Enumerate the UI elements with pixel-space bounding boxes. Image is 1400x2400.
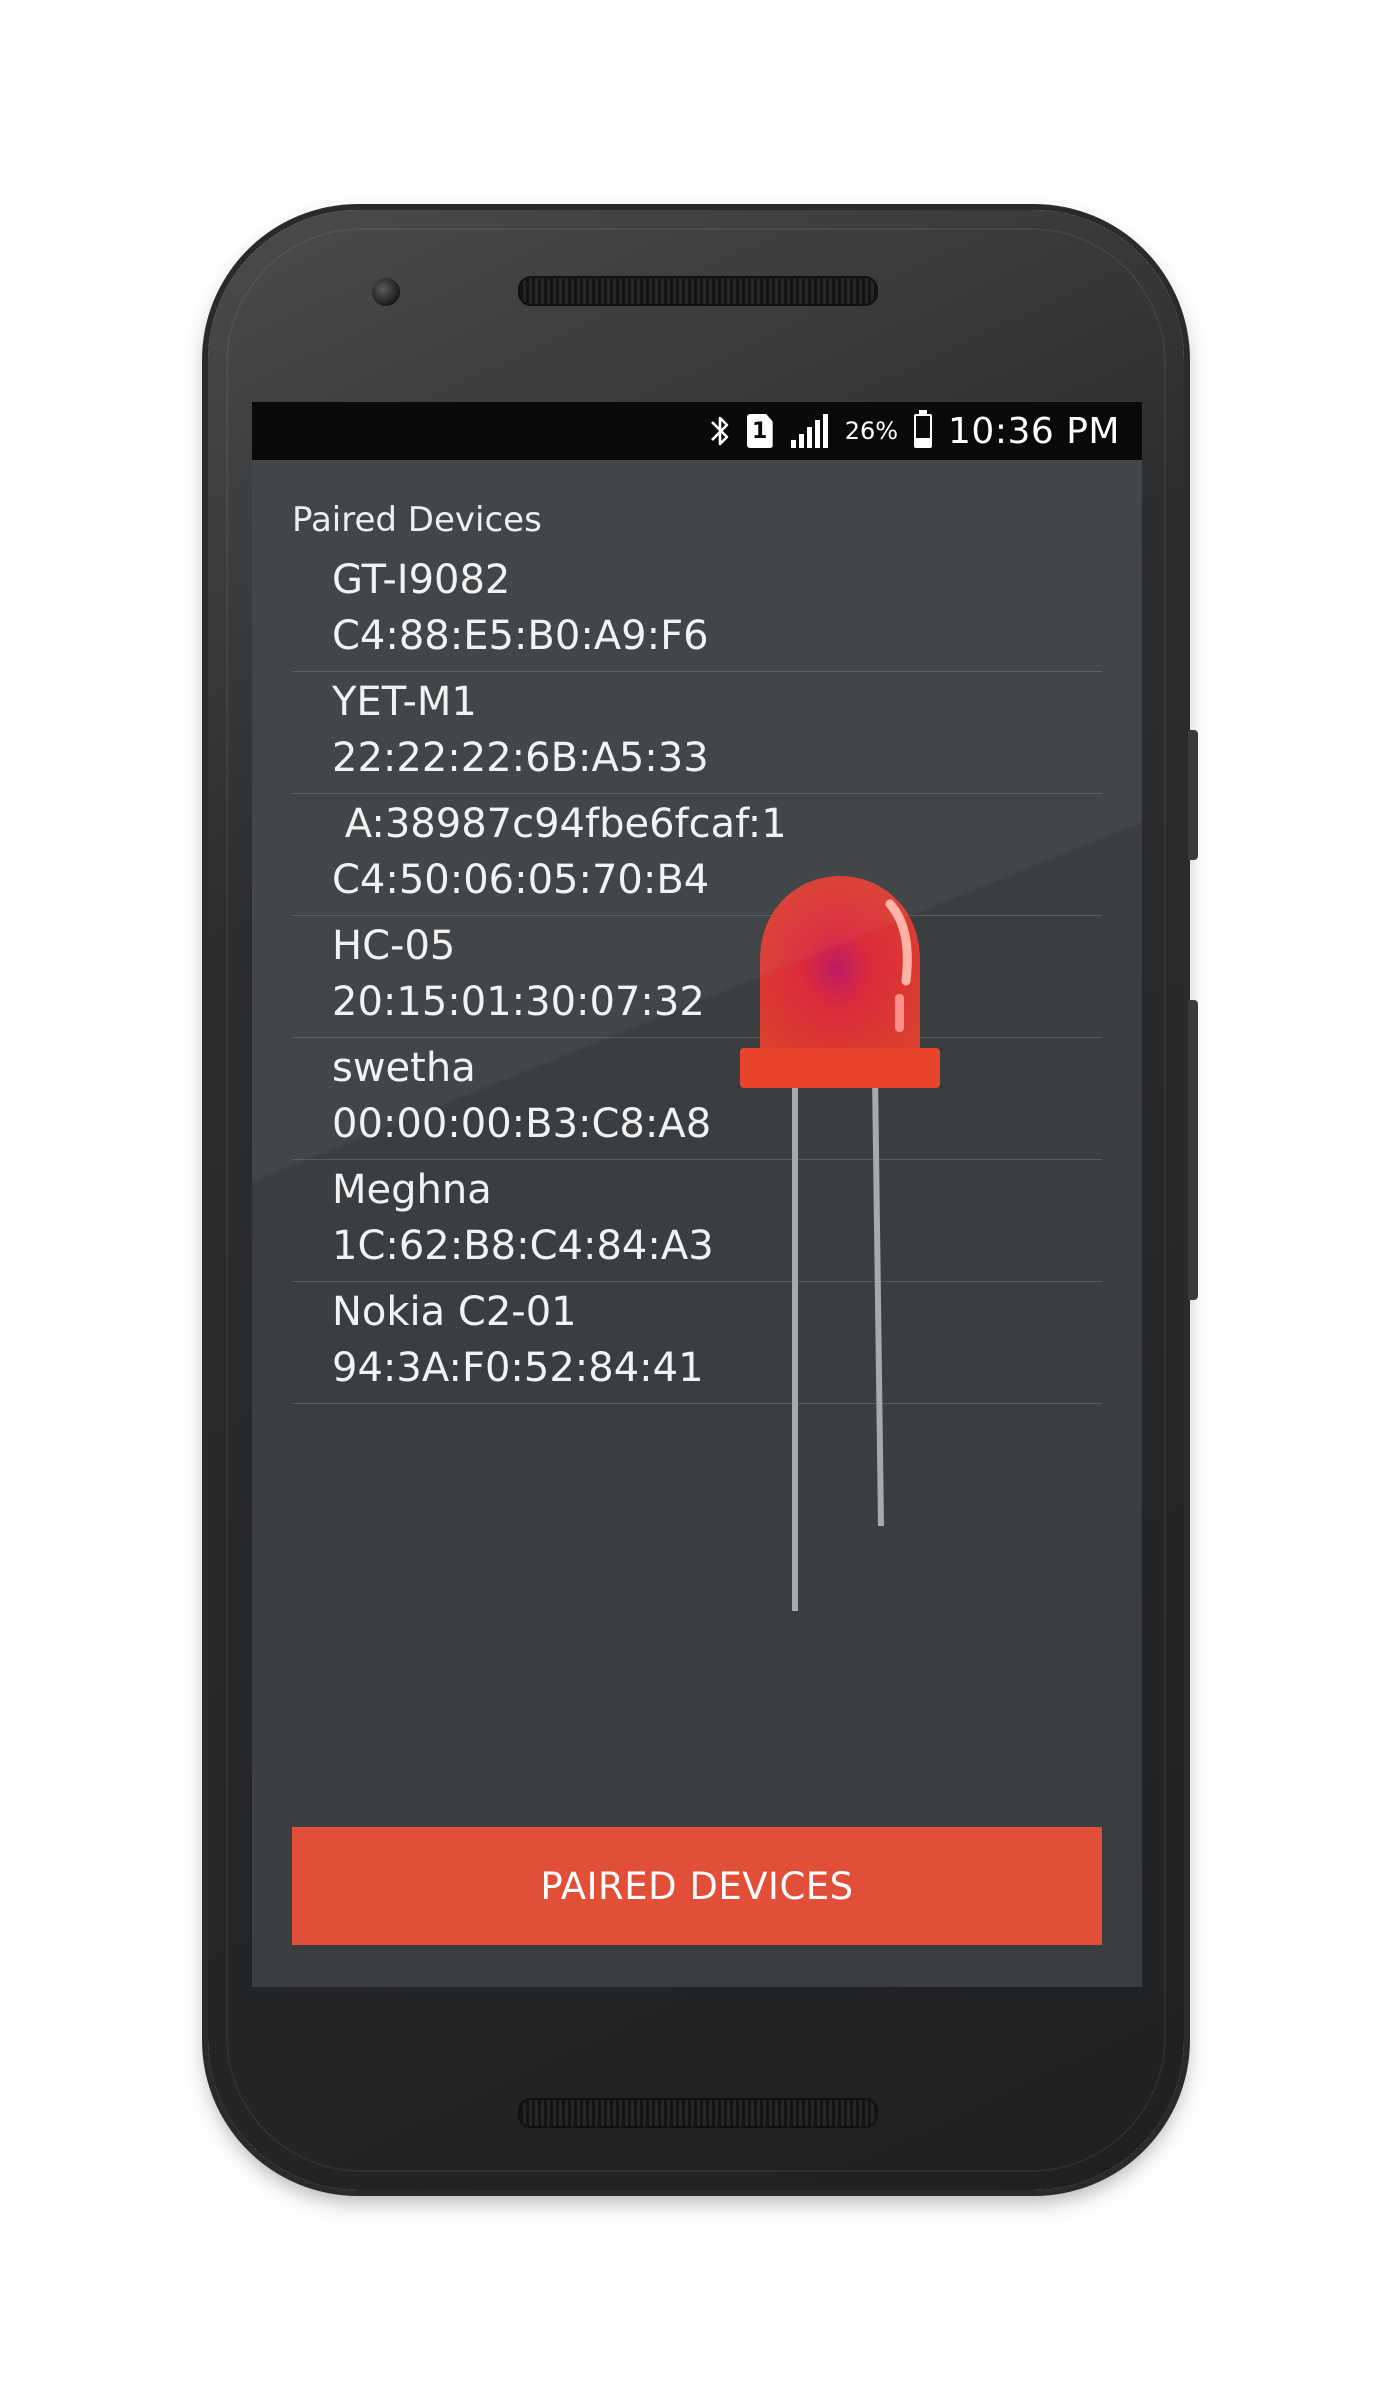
phone-frame: 1 26% 10:36 PM Paired Devices GT-I9082 C…	[208, 210, 1198, 2190]
device-address: 00:00:00:B3:C8:A8	[332, 1101, 712, 1147]
section-title: Paired Devices	[292, 500, 542, 540]
device-name: HC-05	[332, 923, 456, 969]
screen: 1 26% 10:36 PM Paired Devices GT-I9082 C…	[252, 402, 1142, 1987]
device-name: YET-M1	[332, 679, 477, 725]
device-item[interactable]: A:38987c94fbe6fcaf:1 C4:50:06:05:70:B4	[292, 794, 1102, 916]
earpiece-speaker	[518, 276, 878, 306]
signal-icon	[789, 414, 829, 448]
device-address: C4:50:06:05:70:B4	[332, 857, 710, 903]
volume-button[interactable]	[1188, 1000, 1198, 1300]
device-name: Nokia C2-01	[332, 1289, 577, 1335]
device-item[interactable]: swetha 00:00:00:B3:C8:A8	[292, 1038, 1102, 1160]
device-address: 20:15:01:30:07:32	[332, 979, 705, 1025]
device-name: GT-I9082	[332, 557, 511, 603]
device-item[interactable]: HC-05 20:15:01:30:07:32	[292, 916, 1102, 1038]
status-bar: 1 26% 10:36 PM	[252, 402, 1142, 460]
device-address: 22:22:22:6B:A5:33	[332, 735, 709, 781]
sim-label: 1	[746, 414, 773, 448]
device-list: GT-I9082 C4:88:E5:B0:A9:F6 YET-M1 22:22:…	[292, 550, 1102, 1404]
battery-percentage: 26%	[844, 417, 899, 445]
bluetooth-icon	[709, 413, 731, 449]
device-name: Meghna	[332, 1167, 492, 1213]
power-button[interactable]	[1188, 730, 1198, 860]
led-icon	[740, 876, 940, 1611]
screen-gloss	[252, 402, 1142, 1987]
device-address: 1C:62:B8:C4:84:A3	[332, 1223, 714, 1269]
device-item[interactable]: YET-M1 22:22:22:6B:A5:33	[292, 672, 1102, 794]
device-address: 94:3A:F0:52:84:41	[332, 1345, 704, 1391]
sim-icon: 1	[746, 414, 773, 448]
device-item[interactable]: Meghna 1C:62:B8:C4:84:A3	[292, 1160, 1102, 1282]
front-camera	[372, 278, 400, 306]
bottom-speaker	[518, 2098, 878, 2128]
status-clock: 10:36 PM	[948, 410, 1120, 452]
device-address: C4:88:E5:B0:A9:F6	[332, 613, 709, 659]
device-name: swetha	[332, 1045, 476, 1091]
paired-devices-button[interactable]: PAIRED DEVICES	[292, 1827, 1102, 1945]
device-name: A:38987c94fbe6fcaf:1	[332, 801, 787, 847]
battery-icon	[914, 410, 933, 448]
device-item[interactable]: GT-I9082 C4:88:E5:B0:A9:F6	[292, 550, 1102, 672]
device-item[interactable]: Nokia C2-01 94:3A:F0:52:84:41	[292, 1282, 1102, 1404]
